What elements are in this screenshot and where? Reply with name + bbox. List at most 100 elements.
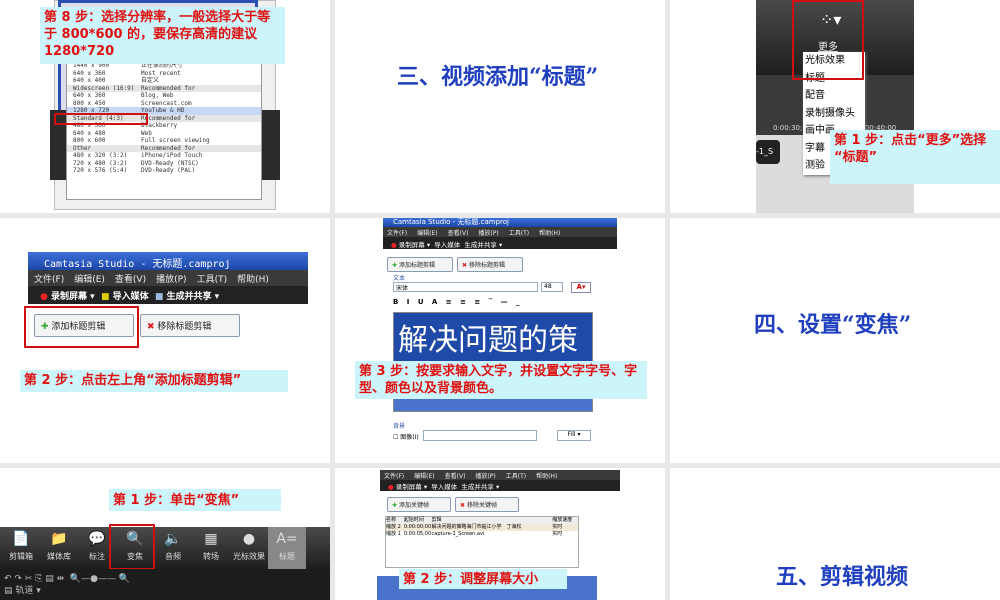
resolution-list[interactable]: 1440 x 900 正在录制的尺寸 640 x 360 Most recent 640… — [66, 60, 262, 200]
section-title: 四、设置“变焦” — [754, 312, 912, 338]
menu-item[interactable]: 文件(F) — [384, 473, 404, 480]
remove-title-clip-button[interactable]: ✖ 移除标题剪辑 — [140, 314, 240, 337]
add-keyframe-button[interactable]: ✚ 添加关键帧 — [387, 497, 451, 512]
resolution-option[interactable]: 640 x 400 自定义 — [67, 77, 261, 85]
tool-7[interactable]: A= 标题 — [268, 527, 306, 569]
produce-share-button[interactable]: 生成并共享 ▾ — [167, 292, 220, 302]
font-select[interactable]: 宋体 — [393, 282, 538, 292]
resolution-option[interactable]: 720 x 576 (5:4) DVD-Ready (PAL) — [67, 167, 261, 175]
menu-bar[interactable]: 文件(F) 编辑(E) 查看(V) 播放(P) 工具(T) 帮助(H) — [380, 470, 620, 480]
tool-0[interactable]: 📄 剪辑箱 — [2, 527, 40, 569]
more-highlight — [792, 0, 864, 80]
tool-icon: ▦ — [204, 531, 218, 547]
menu-item[interactable]: 查看(V) — [448, 230, 469, 237]
resolution-option[interactable]: 800 x 600 Full screen viewing — [67, 137, 261, 145]
step-note: 第 2 步：调整屏幕大小 — [399, 569, 567, 589]
menu-item[interactable]: 查看(V) — [445, 473, 466, 480]
menu-item[interactable]: 帮助(H) — [237, 275, 269, 285]
cell: 0:00:05;00 — [403, 531, 432, 537]
slide-section-title: 五、剪辑视频 — [670, 468, 1000, 600]
remove-keyframe-button[interactable]: ✖ 移除关键帧 — [455, 497, 519, 512]
image-checkbox[interactable]: ☐ 图像(I) — [393, 432, 419, 441]
main-toolbar[interactable]: ● 录制屏幕 ▾ 导入媒体 生成并共享 ▾ — [383, 237, 617, 249]
menu-item[interactable]: 编辑(E) — [74, 275, 105, 285]
resolution-option[interactable]: 480 x 320 (3:2) iPhone/iPod Touch — [67, 152, 261, 160]
x-icon: ✖ — [147, 322, 155, 332]
resolution-option[interactable]: 640 x 360 Blog, Web — [67, 92, 261, 100]
tool-4[interactable]: 🔈 音频 — [154, 527, 192, 569]
menu-item[interactable]: 工具(T) — [197, 275, 228, 285]
resolution-option[interactable]: Other Recommended for — [67, 144, 261, 152]
menu-item[interactable]: 文件(F) — [34, 275, 64, 285]
menu-item[interactable]: 录制摄像头 — [805, 105, 865, 123]
font-color-button[interactable]: A▾ — [571, 282, 591, 293]
step-note: 第 1 步：点击“更多”选择 “标题” — [830, 130, 1000, 184]
record-screen-button[interactable]: 录制屏幕 ▾ — [51, 292, 95, 302]
slide-add-title-clip: Camtasia Studio - 无标题.camproj 文件(F) 编辑(E)… — [0, 218, 330, 463]
table-row[interactable]: 缩放 1 0:00:05;00 capture-1_Screen.avi 实时 — [386, 531, 578, 538]
resolution-option[interactable]: 640 x 360 Most recent — [67, 70, 261, 78]
add-title-clip-button[interactable]: ✚ 添加标题剪辑 — [387, 257, 453, 272]
slide-more-menu: -1_S ⁘▾ 更多 0:00:30; 0:00:40;00 光标效果 标题 配音录… — [670, 0, 1000, 213]
add-button-highlight — [24, 306, 139, 348]
cell: 缩放 1 — [386, 531, 401, 537]
text-group-label: 文本 — [393, 275, 406, 282]
clip-label[interactable]: -1_S — [756, 140, 780, 164]
remove-title-clip-button[interactable]: ✖ 移除标题剪辑 — [457, 257, 523, 272]
resolution-option[interactable]: 640 x 480 Web — [67, 130, 261, 138]
menu-item[interactable]: 播放(P) — [478, 230, 498, 237]
step-note: 第 1 步：单击“变焦” — [109, 489, 281, 511]
resolution-option[interactable]: 720 x 480 (3:2) DVD-Ready (NTSC) — [67, 160, 261, 168]
cell: 起始时间 — [403, 517, 424, 523]
main-toolbar[interactable]: ● 录制屏幕 ▾ ■ 导入媒体 ■ 生成并共享 ▾ — [28, 286, 308, 304]
tool-label: 转场 — [203, 552, 219, 561]
step-note: 第 3 步：按要求输入文字，并设置文字字号、字型、颜色以及背景颜色。 — [355, 361, 647, 399]
resolution-option[interactable]: 800 x 450 Screencast.com — [67, 100, 261, 108]
selected-resolution-highlight — [54, 113, 148, 125]
menu-item[interactable]: 工具(T) — [506, 473, 526, 480]
menu-item[interactable]: 帮助(H) — [539, 230, 560, 237]
menu-item[interactable]: 工具(T) — [509, 230, 529, 237]
timeline-time: 0:00:30; — [773, 124, 803, 132]
menu-item[interactable]: 文件(F) — [387, 230, 407, 237]
menu-bar[interactable]: 文件(F) 编辑(E) 查看(V) 播放(P) 工具(T) 帮助(H) — [28, 270, 308, 286]
menu-item[interactable]: 播放(P) — [156, 275, 186, 285]
menu-item[interactable]: 编辑(E) — [417, 230, 437, 237]
fill-button[interactable]: Fill ▾ — [557, 430, 591, 441]
tool-label: 光标效果 — [233, 552, 265, 561]
tool-1[interactable]: 📁 媒体库 — [40, 527, 78, 569]
menu-item[interactable]: 编辑(E) — [414, 473, 434, 480]
table-row[interactable]: 缩放 2 0:00:00;00 解决问题的策略海门市临江小学 丁海松 实时 — [386, 524, 578, 531]
menu-item[interactable]: 播放(P) — [475, 473, 495, 480]
tool-5[interactable]: ▦ 转场 — [192, 527, 230, 569]
menu-item[interactable]: 查看(V) — [115, 275, 146, 285]
image-path-input[interactable] — [423, 430, 537, 441]
menu-bar[interactable]: 文件(F) 编辑(E) 查看(V) 播放(P) 工具(T) 帮助(H) — [383, 227, 617, 237]
slide-title-editor: Camtasia Studio - 无标题.camproj 文件(F) 编辑(E)… — [335, 218, 665, 463]
table-row[interactable]: 名称 起始时间 剪辑 缩放速度 — [386, 517, 578, 524]
slide-zoom-keyframes: 文件(F) 编辑(E) 查看(V) 播放(P) 工具(T) 帮助(H) ● 录制屏幕 ▾ … — [335, 468, 665, 600]
section-title: 三、视频添加“标题” — [397, 64, 599, 90]
menu-item[interactable]: 配音 — [805, 87, 865, 105]
import-media-button[interactable]: 导入媒体 — [113, 292, 149, 302]
cell: 实时 — [552, 531, 563, 537]
cell: capture-1_Screen.avi — [431, 531, 485, 537]
menu-item[interactable]: 帮助(H) — [536, 473, 557, 480]
main-toolbar[interactable]: ● 录制屏幕 ▾ 导入媒体 生成并共享 ▾ — [380, 480, 620, 491]
resolution-option[interactable]: Widescreen (16:9) Recommended for — [67, 84, 261, 92]
tool-6[interactable]: ● 光标效果 — [230, 527, 268, 569]
tool-icon: 📁 — [50, 531, 68, 547]
task-toolbar[interactable]: 📄 剪辑箱 📁 媒体库 💬 标注 🔍 变焦 🔈 音频 ▦ 转场 ● 光标效果 A= 标题 — [0, 527, 330, 569]
keyframe-table[interactable]: 名称 起始时间 剪辑 缩放速度 缩放 2 0:00:00;00 解决问题的策略海门市临江小学… — [385, 516, 579, 568]
tool-icon: ● — [242, 531, 256, 547]
step-note: 第 2 步：点击左上角“添加标题剪辑” — [20, 370, 288, 392]
tool-icon: A= — [276, 531, 298, 547]
timeline-toolbar[interactable]: ↶ ↷ ✂ ⎘ ▤ ⇹ 🔍—●—— 🔍 ▤ 轨道 ▾ — [0, 569, 330, 600]
cell: 缩放 2 — [386, 524, 401, 530]
font-size-select[interactable]: 48 — [541, 282, 563, 292]
format-toolbar[interactable]: B I U A ≡ ≡ ≡ ‾ — _ — [393, 298, 523, 306]
tool-icon: 📄 — [12, 531, 30, 547]
cell: 剪辑 — [431, 517, 442, 523]
slide-resolution: 1440 x 900 正在录制的尺寸 640 x 360 Most recent 640… — [0, 0, 330, 213]
cell: 实时 — [552, 524, 563, 530]
